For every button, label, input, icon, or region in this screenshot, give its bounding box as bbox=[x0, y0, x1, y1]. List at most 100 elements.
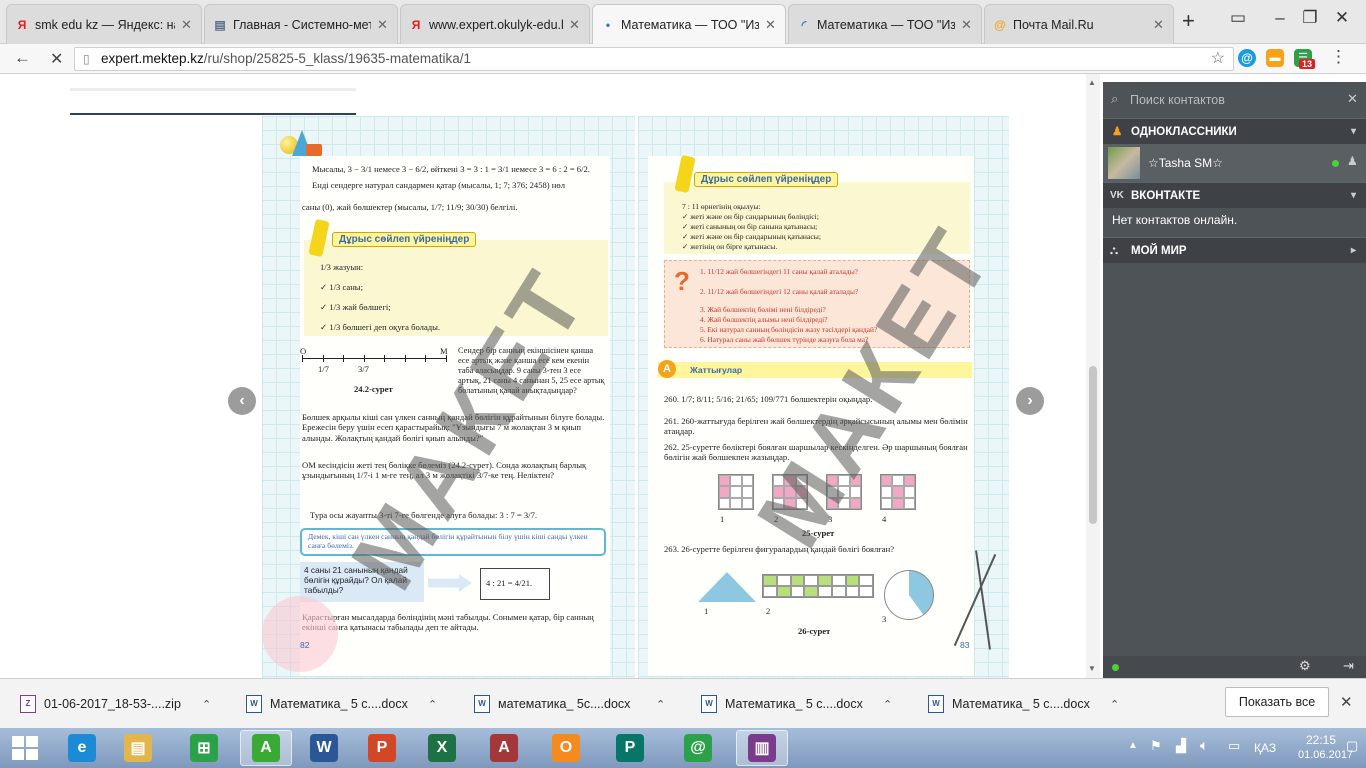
contacts-search[interactable]: ⌕ Поиск контактов ✕ bbox=[1103, 82, 1366, 118]
store-taskbar-button[interactable]: ⊞ bbox=[178, 730, 230, 766]
download-item[interactable]: W Математика_ 5 с....docx ⌃ bbox=[928, 691, 1119, 717]
url-field[interactable]: ▯ expert.mektep.kz/ru/shop/25825-5_klass… bbox=[74, 47, 1234, 71]
flag-icon[interactable]: ⚑ bbox=[1150, 738, 1162, 754]
left-page-circle bbox=[262, 596, 338, 672]
download-item[interactable]: W Математика_ 5 с....docx ⌃ bbox=[246, 691, 437, 717]
chevron-up-icon[interactable]: ⌃ bbox=[428, 698, 437, 711]
chevron-up-icon[interactable]: ⌃ bbox=[656, 698, 665, 711]
browser-tab[interactable]: • Математика — ТОО "Издате ✕ bbox=[592, 4, 786, 44]
winrar-taskbar-button[interactable]: ▥ bbox=[736, 730, 788, 766]
volume-icon[interactable]: 🔈︎ bbox=[1200, 737, 1208, 754]
tab-close-icon[interactable]: ✕ bbox=[569, 17, 581, 33]
close-sidebar-icon[interactable]: ✕ bbox=[1347, 91, 1358, 107]
fig25-label: 4 bbox=[882, 514, 887, 524]
excel-taskbar-button[interactable]: X bbox=[416, 730, 468, 766]
word-file-icon: W bbox=[928, 695, 944, 713]
scroll-up-arrow[interactable]: ▲ bbox=[1088, 78, 1096, 87]
number-line-tick bbox=[425, 355, 426, 362]
back-button[interactable]: ← bbox=[14, 48, 31, 68]
mailru-agent-icon: @ bbox=[684, 734, 712, 762]
menu-icon[interactable]: ⋮ bbox=[1330, 47, 1347, 67]
access-icon: A bbox=[490, 734, 518, 762]
clock-time[interactable]: 22:15 bbox=[1306, 733, 1336, 747]
restore-window-icon[interactable]: ❐ bbox=[1298, 8, 1322, 28]
download-filename: Математика_ 5 с....docx bbox=[952, 697, 1090, 711]
powerpoint-taskbar-button[interactable]: P bbox=[356, 730, 408, 766]
chevron-up-icon[interactable]: ⌃ bbox=[202, 698, 211, 711]
minimize-window-icon[interactable]: – bbox=[1268, 8, 1292, 28]
windows-taskbar: e ▤ ⊞ A W P X A O P @ ▥ ▲ ⚑ ▟ 🔈︎ ▭ ҚАЗ 22:15 01.06.… bbox=[0, 728, 1366, 768]
no-contacts-text: Нет контактов онлайн. bbox=[1112, 213, 1238, 227]
explorer-taskbar-button[interactable]: ▤ bbox=[112, 730, 164, 766]
browser-tab[interactable]: Яwww.expert.okulyk-edu.kz — ✕ bbox=[400, 4, 590, 44]
next-page-button[interactable]: › bbox=[1016, 387, 1044, 415]
fig25-cell bbox=[892, 475, 904, 487]
search-input[interactable]: Поиск контактов bbox=[1130, 93, 1225, 107]
answer-text: 4 : 21 = 4/21. bbox=[486, 578, 533, 588]
mailru-agent-taskbar-button[interactable]: @ bbox=[672, 730, 724, 766]
settings-gear-icon[interactable]: ⚙ bbox=[1299, 658, 1311, 674]
language-indicator[interactable]: ҚАЗ bbox=[1254, 741, 1276, 755]
yandex-browser-taskbar-button[interactable]: A bbox=[240, 730, 292, 766]
tray-chevron-icon[interactable]: ▲ bbox=[1128, 740, 1138, 751]
new-tab-button[interactable]: + bbox=[1182, 10, 1195, 32]
fig26-label: 3 bbox=[882, 614, 887, 624]
tab-strip: Яsmk edu kz — Яндекс: нашл ✕ ▤ Главная - Си… bbox=[0, 0, 1366, 44]
close-window-icon[interactable]: ✕ bbox=[1330, 8, 1354, 28]
word-taskbar-button[interactable]: W bbox=[298, 730, 350, 766]
clock-date[interactable]: 01.06.2017 bbox=[1298, 749, 1353, 761]
stop-loading-button[interactable]: ✕ bbox=[50, 49, 63, 69]
tab-title: Математика — ТОО "Издате bbox=[621, 17, 759, 32]
access-taskbar-button[interactable]: A bbox=[478, 730, 530, 766]
browser-tab[interactable]: Яsmk edu kz — Яндекс: нашл ✕ bbox=[6, 4, 202, 44]
fig25-cell bbox=[903, 497, 915, 509]
scroll-thumb[interactable] bbox=[1089, 366, 1097, 524]
fig26-label: 1 bbox=[704, 606, 709, 616]
exit-icon[interactable]: ⇥ bbox=[1343, 658, 1354, 674]
chevron-up-icon[interactable]: ⌃ bbox=[883, 698, 892, 711]
outlook-taskbar-button[interactable]: O bbox=[540, 730, 592, 766]
chat-extension-icon[interactable]: ▬ bbox=[1266, 49, 1284, 67]
signal-icon[interactable]: ▟ bbox=[1176, 738, 1186, 754]
chevron-up-icon[interactable]: ⌃ bbox=[1110, 698, 1119, 711]
url-host: expert.mektep.kz bbox=[101, 51, 204, 66]
prev-page-button[interactable]: ‹ bbox=[228, 387, 256, 415]
fig25-cell bbox=[892, 486, 904, 498]
contact-row[interactable]: ☆Tasha SM☆ ♟ bbox=[1103, 144, 1366, 182]
tab-close-icon[interactable]: ✕ bbox=[1153, 17, 1165, 33]
outlook-icon: O bbox=[552, 734, 580, 762]
tab-close-icon[interactable]: ✕ bbox=[961, 17, 973, 33]
show-all-downloads-button[interactable]: Показать все bbox=[1225, 687, 1329, 717]
fig26-circle bbox=[884, 570, 934, 620]
download-item[interactable]: Wматематика_ 5с....docx ⌃ bbox=[474, 691, 665, 717]
fig25-cell bbox=[903, 486, 915, 498]
publisher-taskbar-button[interactable]: P bbox=[604, 730, 656, 766]
header-strip bbox=[70, 88, 356, 91]
document-icon: ▤ bbox=[214, 17, 226, 32]
tabs-list-icon[interactable]: ▭ bbox=[1226, 8, 1250, 28]
download-item[interactable]: Z 01-06-2017_18-53-....zip ⌃ bbox=[20, 691, 211, 717]
left-learn-header: Дұрыс сөйлеп үйреніңдер bbox=[332, 232, 477, 247]
contact-menu-icon[interactable]: ♟ bbox=[1347, 154, 1358, 168]
tab-close-icon[interactable]: ✕ bbox=[181, 17, 193, 33]
mail-extension-icon[interactable]: @ bbox=[1238, 49, 1256, 67]
number-line-m: M bbox=[440, 346, 448, 356]
browser-tab[interactable]: ▤ Главная - Системно-методи ✕ bbox=[204, 4, 398, 44]
scroll-down-arrow[interactable]: ▼ bbox=[1088, 664, 1096, 673]
start-button[interactable] bbox=[12, 736, 38, 760]
tab-close-icon[interactable]: ✕ bbox=[765, 17, 777, 33]
notifications-icon[interactable]: ▢ bbox=[1346, 738, 1358, 754]
number-line-tick bbox=[404, 355, 406, 362]
section-vkontakte[interactable]: VK ВКОНТАКТЕ ▾ bbox=[1103, 182, 1366, 208]
tab-close-icon[interactable]: ✕ bbox=[377, 17, 389, 33]
keyboard-icon[interactable]: ▭ bbox=[1228, 738, 1240, 754]
section-odnoklassniki[interactable]: ♟ ОДНОКЛАССНИКИ ▾ bbox=[1103, 118, 1366, 144]
browser-tab[interactable]: ◜ Математика — ТОО "Издате ✕ bbox=[788, 4, 982, 44]
download-item[interactable]: W Математика_ 5 с....docx ⌃ bbox=[701, 691, 892, 717]
left-para-4: Қарастырған мысалдарда бөліндінің мәні т… bbox=[302, 612, 594, 633]
browser-tab[interactable]: @ Почта Mail.Ru ✕ bbox=[984, 4, 1174, 44]
bookmark-star-icon[interactable]: ☆ bbox=[1211, 48, 1225, 70]
section-moi-mir[interactable]: ⛬ МОЙ МИР ▸ bbox=[1103, 237, 1366, 263]
close-downloads-icon[interactable]: ✕ bbox=[1340, 693, 1353, 711]
ie-taskbar-button[interactable]: e bbox=[56, 730, 108, 766]
